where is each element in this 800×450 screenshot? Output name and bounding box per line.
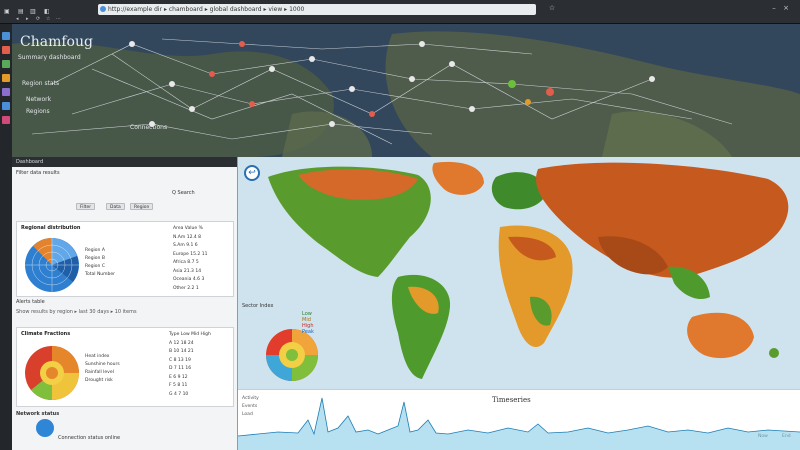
regional-pie-chart[interactable] bbox=[21, 234, 83, 296]
back-nav-button[interactable]: ◂ bbox=[16, 15, 19, 23]
regional-card-title: Regional distribution bbox=[21, 225, 81, 231]
top-map-label-1: Summary dashboard bbox=[18, 54, 81, 61]
forward-nav-button[interactable]: ▸ bbox=[26, 15, 29, 23]
top-map-label-2: Region stats bbox=[22, 80, 60, 87]
bookmark-icon[interactable]: ☆ bbox=[548, 4, 556, 12]
regional-table: Area Value % N.Am 12.4 8 S.Am 9.1 6 Euro… bbox=[173, 226, 233, 294]
legend-item: Heat index bbox=[85, 354, 110, 359]
table-row[interactable]: E 6 9 12 bbox=[169, 375, 233, 384]
rail-alert-icon[interactable] bbox=[2, 46, 10, 54]
table-row[interactable]: G 4 7 10 bbox=[169, 392, 233, 401]
legend-item: Total Number bbox=[85, 272, 116, 277]
table-row[interactable]: Oceania 4.6 3 bbox=[173, 277, 233, 286]
table-row[interactable]: Type Low Mid High bbox=[169, 332, 233, 341]
climate-table: Type Low Mid High A 12 18 24 B 10 14 21 … bbox=[169, 332, 233, 400]
table-row[interactable]: N.Am 12.4 8 bbox=[173, 235, 233, 244]
back-button[interactable]: ↩ bbox=[244, 165, 260, 181]
chip-filter[interactable]: Filter bbox=[76, 203, 96, 210]
rail-chart-icon[interactable] bbox=[2, 88, 10, 96]
legend-item: Region B bbox=[85, 256, 105, 261]
sector-inset: Sector Index Low Mid High Peak bbox=[242, 303, 322, 385]
left-panel-header: Dashboard bbox=[12, 157, 237, 167]
left-dashboard-panel: Dashboard Filter data results Filter Dat… bbox=[12, 157, 238, 450]
rail-settings-icon[interactable] bbox=[2, 116, 10, 124]
top-map-label-5: Connections bbox=[130, 124, 168, 131]
table-row[interactable]: Area Value % bbox=[173, 226, 233, 235]
top-map-label-4: Regions bbox=[26, 108, 50, 115]
network-map-panel[interactable]: Chamfoug Summary dashboard Region stats … bbox=[12, 24, 800, 157]
table-row[interactable]: S.Am 9.1 6 bbox=[173, 243, 233, 252]
legend-item: Rainfall level bbox=[85, 370, 114, 375]
rail-home-icon[interactable] bbox=[2, 32, 10, 40]
legend-item: Region A bbox=[85, 248, 105, 253]
world-map-graphic bbox=[238, 157, 800, 389]
secure-icon bbox=[100, 6, 106, 12]
minimize-icon[interactable]: – bbox=[770, 4, 778, 12]
table-row[interactable]: A 12 18 24 bbox=[169, 341, 233, 350]
legend-item: Sunshine hours bbox=[85, 362, 120, 367]
table-row[interactable]: B 10 14 21 bbox=[169, 349, 233, 358]
table-row[interactable]: C 8 13 19 bbox=[169, 358, 233, 367]
filter-line[interactable]: Show results by region ▸ last 30 days ▸ … bbox=[16, 309, 137, 315]
climate-donut-chart[interactable] bbox=[21, 342, 83, 404]
dashboard-app: ▣ ▤ ▥ ◧ http://example dir ▸ chamboard ▸… bbox=[0, 0, 800, 450]
browser-topbar: ▣ ▤ ▥ ◧ http://example dir ▸ chamboard ▸… bbox=[0, 0, 800, 24]
left-rail bbox=[0, 24, 12, 450]
chip-region[interactable]: Region bbox=[130, 203, 154, 210]
address-text: http://example dir ▸ chamboard ▸ global … bbox=[108, 6, 305, 13]
star-button[interactable]: ☆ bbox=[46, 15, 50, 23]
left-panel-subtitle: Filter data results bbox=[16, 170, 60, 176]
climate-card-title: Climate Fractions bbox=[21, 331, 71, 337]
legend-item: Region C bbox=[85, 264, 105, 269]
rail-user-icon[interactable] bbox=[2, 102, 10, 110]
footer-text: Connection status online bbox=[58, 435, 121, 441]
search-label[interactable]: Q Search bbox=[172, 190, 195, 196]
more-button[interactable]: ⋯ bbox=[56, 15, 61, 23]
timeline-sparkline bbox=[238, 397, 800, 450]
climate-card: Climate Fractions Heat index Sunshine ho… bbox=[16, 327, 234, 407]
top-map-label-3: Network bbox=[26, 96, 52, 103]
rail-data-icon[interactable] bbox=[2, 60, 10, 68]
timeline-panel[interactable]: Timeseries Activity Events Load Now End bbox=[238, 389, 800, 450]
legend-item: Drought risk bbox=[85, 378, 113, 383]
top-map-title: Chamfoug bbox=[20, 34, 93, 50]
table-row[interactable]: Other 2.2 1 bbox=[173, 286, 233, 295]
status-dot-icon[interactable] bbox=[36, 419, 54, 437]
close-icon[interactable]: × bbox=[782, 4, 790, 12]
world-map-panel[interactable]: ↩ Sector Index Low Mid High Peak bbox=[238, 157, 800, 389]
regional-card: Regional distribution Region A Region B … bbox=[16, 221, 234, 297]
inset-label: Sector Index bbox=[242, 303, 274, 309]
chip-data[interactable]: Data bbox=[106, 203, 125, 210]
toolbar: ◂ ▸ ⟳ ☆ ⋯ bbox=[0, 14, 800, 24]
table-row[interactable]: F 5 8 11 bbox=[169, 383, 233, 392]
inset-legend-4: Peak bbox=[302, 329, 314, 335]
table-row[interactable]: D 7 11 16 bbox=[169, 366, 233, 375]
reload-button[interactable]: ⟳ bbox=[36, 15, 40, 23]
table-row[interactable]: Africa 8.7 5 bbox=[173, 260, 233, 269]
table-row[interactable]: Asia 21.3 14 bbox=[173, 269, 233, 278]
rail-layers-icon[interactable] bbox=[2, 74, 10, 82]
section-label: Alerts table bbox=[16, 299, 45, 305]
footer-title: Network status bbox=[16, 411, 60, 417]
network-map-graphic bbox=[12, 24, 800, 157]
sector-radial-chart[interactable] bbox=[264, 327, 320, 383]
table-row[interactable]: Europe 15.2 11 bbox=[173, 252, 233, 261]
